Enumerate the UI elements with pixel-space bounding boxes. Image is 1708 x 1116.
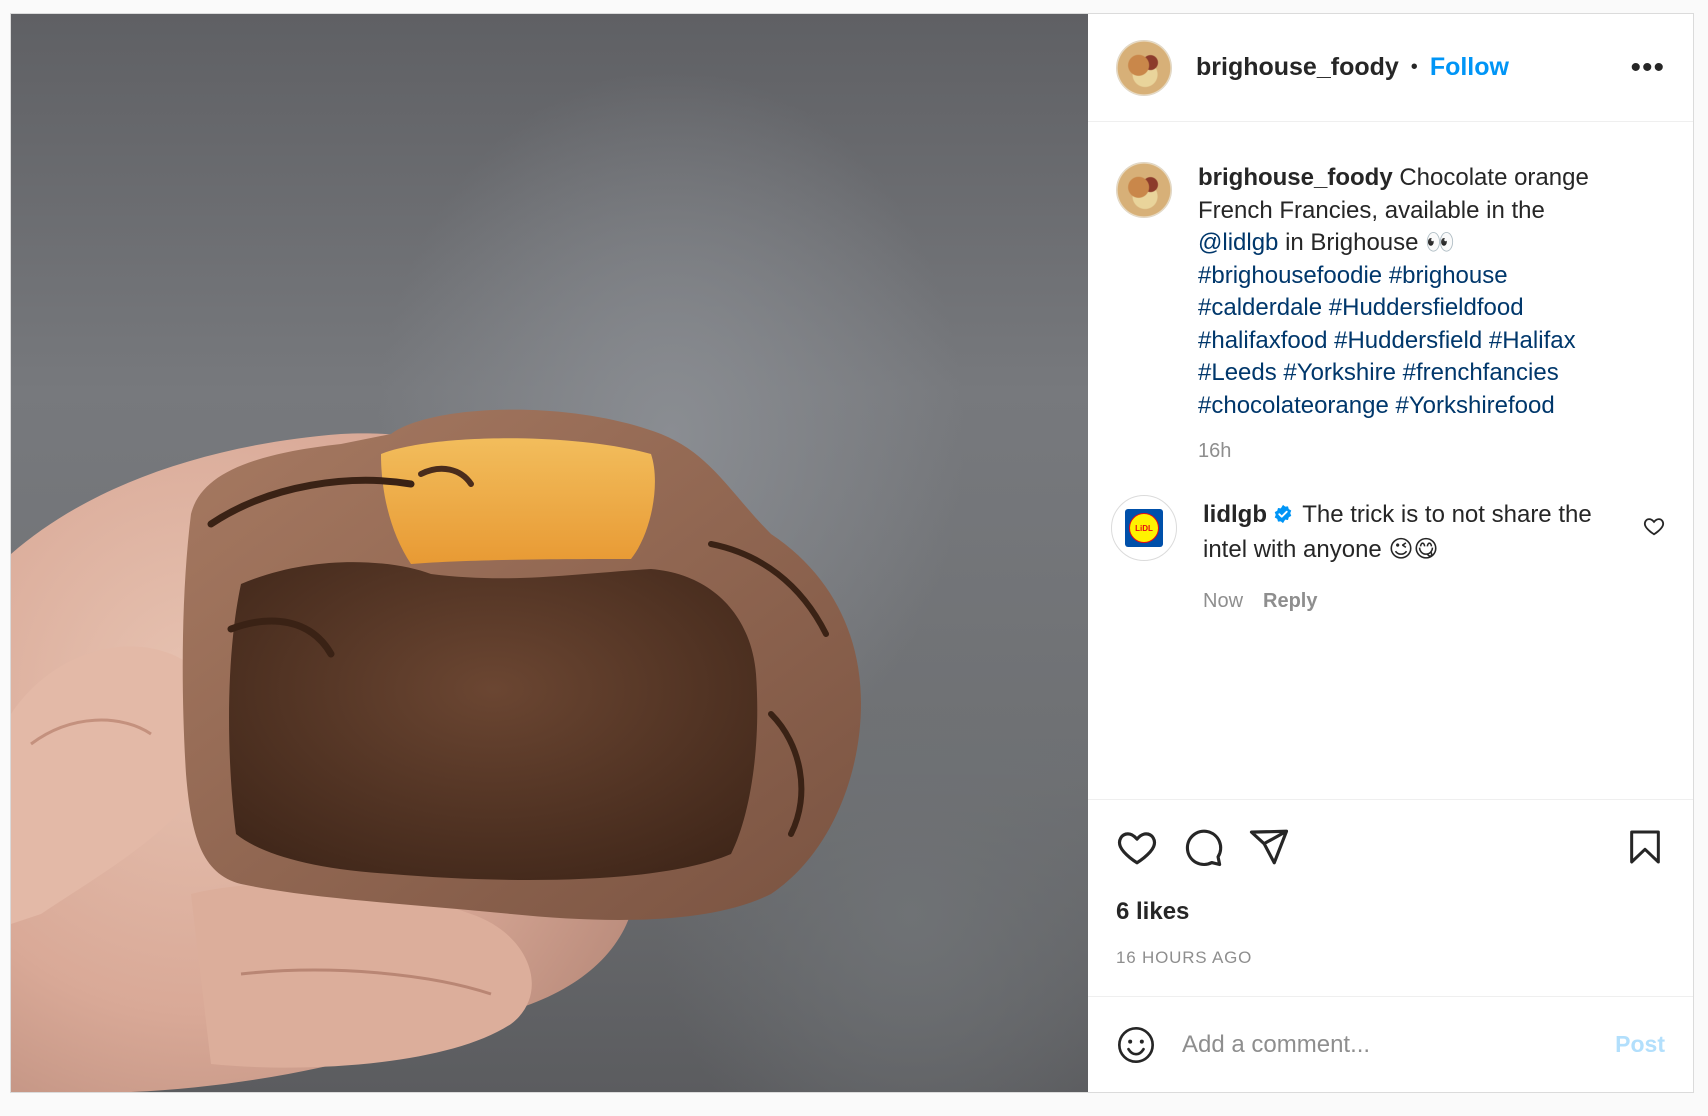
hashtag-link[interactable]: #Yorkshirefood	[1396, 392, 1555, 419]
comment-icon[interactable]	[1182, 826, 1224, 868]
emoji-icon[interactable]	[1116, 1025, 1156, 1065]
comment-meta: Now Reply	[1203, 590, 1603, 613]
commenter-username[interactable]: lidlgb	[1203, 501, 1267, 528]
post-comment-button[interactable]: Post	[1615, 1031, 1665, 1058]
hashtag-link[interactable]: #Huddersfield	[1334, 327, 1482, 354]
hashtag-link[interactable]: #Leeds	[1198, 359, 1277, 386]
author-username[interactable]: brighouse_foody	[1196, 53, 1399, 82]
lidl-logo-text: LiDL	[1129, 513, 1159, 543]
follow-button[interactable]: Follow	[1430, 53, 1509, 82]
hashtag-link[interactable]: #brighousefoodie	[1198, 262, 1382, 289]
hashtag-link[interactable]: #frenchfancies	[1403, 359, 1559, 386]
comment-item: LiDL lidlgb The trick is to not share th…	[1111, 495, 1665, 613]
hashtag-link[interactable]: #calderdale	[1198, 294, 1322, 321]
posted-time[interactable]: 16 HOURS AGO	[1116, 948, 1665, 996]
mention-link[interactable]: @lidlgb	[1198, 229, 1278, 256]
comment-input[interactable]	[1180, 1029, 1616, 1060]
comment-text: lidlgb The trick is to not share the int…	[1203, 499, 1603, 566]
reply-button[interactable]: Reply	[1263, 590, 1317, 612]
hashtag-link[interactable]: #brighouse	[1389, 262, 1508, 289]
post-actions-section: 6 likes 16 HOURS AGO	[1088, 799, 1693, 996]
comment-body: lidlgb The trick is to not share the int…	[1203, 499, 1603, 613]
caption-username[interactable]: brighouse_foody	[1198, 164, 1393, 191]
comments-area[interactable]: brighouse_foody Chocolate orange French …	[1088, 122, 1693, 799]
caption: brighouse_foody Chocolate orange French …	[1116, 162, 1665, 463]
hashtag-link[interactable]: #chocolateorange	[1198, 392, 1389, 419]
caption-time[interactable]: 16h	[1198, 440, 1618, 463]
post-photo[interactable]	[11, 14, 1088, 1092]
hashtag-link[interactable]: #Yorkshire	[1283, 359, 1396, 386]
hashtag-link[interactable]: #halifaxfood	[1198, 327, 1327, 354]
bookmark-icon[interactable]	[1625, 827, 1665, 867]
caption-avatar[interactable]	[1116, 162, 1172, 218]
more-options-icon[interactable]: •••	[1630, 52, 1665, 83]
food-photo-illustration	[11, 409, 862, 1092]
comment-like-heart-icon[interactable]	[1643, 515, 1665, 542]
caption-text: brighouse_foody Chocolate orange French …	[1198, 162, 1618, 422]
hashtag-link[interactable]: #Halifax	[1489, 327, 1576, 354]
lidl-logo-icon: LiDL	[1125, 509, 1163, 547]
separator-dot: •	[1410, 56, 1418, 78]
post-header: brighouse_foody • Follow •••	[1088, 14, 1693, 122]
action-bar	[1116, 800, 1665, 894]
post-dialog: brighouse_foody • Follow ••• brighouse_f…	[10, 13, 1694, 1093]
author-avatar[interactable]	[1116, 39, 1172, 96]
verified-badge-icon	[1273, 501, 1293, 534]
hashtag-link[interactable]: #Huddersfieldfood	[1329, 294, 1524, 321]
share-icon[interactable]	[1248, 826, 1290, 868]
caption-body: brighouse_foody Chocolate orange French …	[1198, 162, 1618, 463]
post-side-panel: brighouse_foody • Follow ••• brighouse_f…	[1088, 14, 1693, 1092]
caption-text-part-2: in Brighouse 👀	[1278, 229, 1456, 256]
likes-count[interactable]: 6 likes	[1116, 898, 1665, 926]
comment-time[interactable]: Now	[1203, 590, 1243, 612]
commenter-avatar[interactable]: LiDL	[1111, 495, 1177, 561]
like-heart-icon[interactable]	[1116, 826, 1158, 868]
add-comment-bar: Post	[1088, 996, 1693, 1092]
